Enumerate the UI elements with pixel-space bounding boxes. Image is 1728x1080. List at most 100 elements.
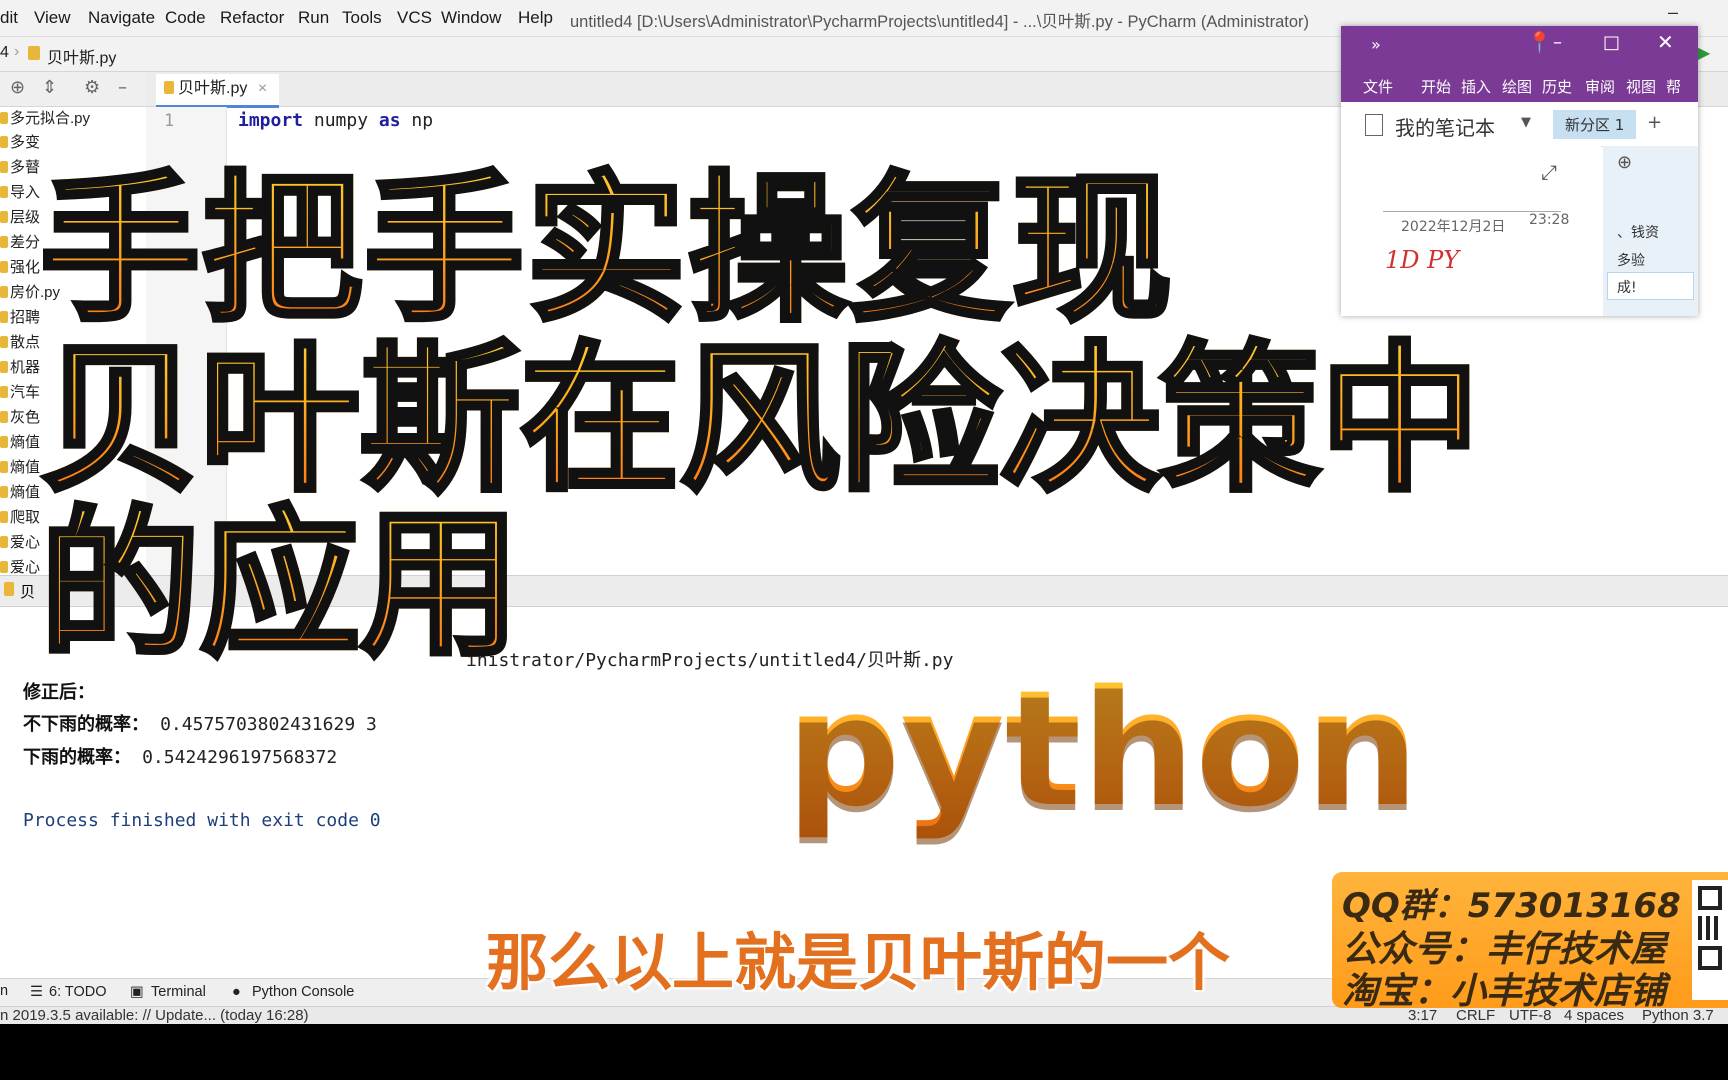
tree-item[interactable]: 多变 <box>0 132 40 154</box>
add-page-icon[interactable]: ⊕ <box>1617 152 1632 173</box>
menu-tools[interactable]: Tools <box>342 8 382 28</box>
exit-message: Process finished with exit code 0 <box>23 810 381 831</box>
overlay-python-logo-text: python <box>786 655 1420 842</box>
page-item[interactable]: 多验 <box>1617 250 1645 270</box>
ribbon-tab-help[interactable]: 帮 <box>1666 76 1681 97</box>
menu-view[interactable]: View <box>34 8 71 28</box>
tab-bayes-py[interactable]: 贝叶斯.py × <box>156 74 280 108</box>
more-icon[interactable]: » <box>1371 35 1381 54</box>
update-message[interactable]: n 2019.3.5 available: // Update... (toda… <box>0 1007 309 1024</box>
tree-item[interactable]: 熵值 <box>0 432 40 454</box>
python-file-icon <box>0 386 8 398</box>
notebook-icon <box>1365 114 1383 136</box>
gear-icon[interactable]: ⚙ <box>84 77 100 98</box>
onenote-ribbon: 文件 开始 插入 绘图 历史 审阅 视图 帮 <box>1341 66 1698 102</box>
menu-help[interactable]: Help <box>518 8 553 28</box>
python-file-icon <box>164 81 174 94</box>
qr-code <box>1692 880 1728 1000</box>
menu-edit[interactable]: dit <box>0 8 18 28</box>
page-date: 2022年12月2日 <box>1401 219 1506 235</box>
tree-item[interactable]: 招聘 <box>0 307 40 329</box>
hide-icon[interactable]: – <box>118 77 127 98</box>
tree-item[interactable]: 熵值 <box>0 482 40 504</box>
page-time: 23:28 <box>1529 212 1570 228</box>
tab-python-console[interactable]: Python Console <box>252 984 354 1000</box>
python-file-icon <box>0 261 8 273</box>
notebook-name[interactable]: 我的笔记本 <box>1395 112 1495 141</box>
ribbon-tab-file[interactable]: 文件 <box>1363 76 1393 97</box>
ribbon-tab-home[interactable]: 开始 <box>1421 76 1451 97</box>
tree-item[interactable]: 差分 <box>0 232 40 254</box>
tree-item[interactable]: 散点 <box>0 332 40 354</box>
menu-window[interactable]: Window <box>441 8 501 28</box>
menu-run[interactable]: Run <box>298 8 329 28</box>
tool-edge-label: n <box>0 983 9 999</box>
add-section-icon[interactable]: + <box>1647 112 1662 133</box>
promo-box: QQ群：573013168 公众号：丰仔技术屋 淘宝：小丰技术店铺 <box>1332 872 1728 1012</box>
expand-icon[interactable]: ⤢ <box>1541 160 1557 184</box>
ribbon-tab-view[interactable]: 视图 <box>1626 76 1656 97</box>
python-file-icon <box>0 411 8 423</box>
menu-navigate[interactable]: Navigate <box>88 8 155 28</box>
tab-todo[interactable]: 6: TODO <box>49 984 106 1000</box>
close-icon[interactable]: ✕ <box>1657 30 1674 54</box>
python-file-icon <box>0 286 8 298</box>
tree-item[interactable]: 多瞽 <box>0 157 40 179</box>
python-file-icon <box>0 236 8 248</box>
chevron-right-icon: › <box>14 43 20 60</box>
page-list: ⊕ 、钱资 多验 成! <box>1603 146 1698 316</box>
page-item[interactable]: 、钱资 <box>1617 222 1659 242</box>
tree-item[interactable]: 爱心 <box>0 532 40 554</box>
python-file-icon <box>0 211 8 223</box>
locate-icon[interactable]: ⊕ <box>10 77 25 98</box>
tree-item[interactable]: 灰色 <box>0 407 40 429</box>
python-file-icon <box>4 582 14 596</box>
chevron-down-icon[interactable]: ▼ <box>1521 115 1531 130</box>
python-file-icon <box>28 46 40 60</box>
python-file-icon <box>0 511 8 523</box>
breadcrumb-project[interactable]: 4 <box>0 44 9 62</box>
menu-refactor[interactable]: Refactor <box>220 8 284 28</box>
tree-item[interactable]: 熵值 <box>0 457 40 479</box>
ribbon-tab-draw[interactable]: 绘图 <box>1502 76 1532 97</box>
project-toolbar: ⊕ ⇕ ⚙ – <box>0 72 146 107</box>
page-item[interactable]: 成! <box>1617 277 1637 297</box>
output-no-rain-line: 不下雨的概率： 0.4575703802431629 3 <box>23 710 377 736</box>
python-file-icon <box>0 436 8 448</box>
python-file-icon <box>0 361 8 373</box>
python-file-icon <box>0 161 8 173</box>
python-file-icon <box>0 311 8 323</box>
notebook-bar: 我的笔记本 ▼ 新分区 1 + <box>1341 102 1698 147</box>
ribbon-tab-insert[interactable]: 插入 <box>1461 76 1491 97</box>
tab-terminal[interactable]: Terminal <box>151 984 206 1000</box>
collapse-icon[interactable]: ⇕ <box>42 77 57 98</box>
python-console-icon: ● <box>232 984 241 1000</box>
ribbon-tab-review[interactable]: 审阅 <box>1585 76 1615 97</box>
minimize-icon[interactable]: – <box>1553 32 1562 53</box>
breadcrumb-file[interactable]: 贝叶斯.py <box>47 44 116 68</box>
run-tab-label[interactable]: 贝 <box>20 581 35 602</box>
promo-taobao: 淘宝：小丰技术店铺 <box>1342 971 1667 1012</box>
tree-item[interactable]: 导入 <box>0 182 40 204</box>
section-tab[interactable]: 新分区 1 <box>1553 110 1637 139</box>
terminal-icon: ▣ <box>130 984 144 1000</box>
pin-icon[interactable]: 📍 <box>1527 30 1552 54</box>
rain-value: 0.5424296197568372 <box>142 747 338 768</box>
tree-item[interactable]: 强化 <box>0 257 40 279</box>
minimize-icon[interactable]: – <box>1668 2 1678 23</box>
tree-item[interactable]: 汽车 <box>0 382 40 404</box>
python-file-icon <box>0 561 8 573</box>
close-icon[interactable]: × <box>258 80 267 97</box>
maximize-icon[interactable]: □ <box>1603 32 1620 53</box>
python-file-icon <box>0 112 8 124</box>
tree-item[interactable]: 机器 <box>0 357 40 379</box>
handwriting-note: 1D PY <box>1385 246 1460 274</box>
menu-code[interactable]: Code <box>165 8 206 28</box>
menu-vcs[interactable]: VCS <box>397 8 432 28</box>
output-rain-line: 下雨的概率： 0.5424296197568372 <box>23 743 337 769</box>
python-file-icon <box>0 486 8 498</box>
run-icon[interactable]: ▶ <box>1698 43 1710 63</box>
tree-item[interactable]: 层级 <box>0 207 40 229</box>
ribbon-tab-history[interactable]: 历史 <box>1542 76 1572 97</box>
tree-item[interactable]: 爬取 <box>0 507 40 529</box>
